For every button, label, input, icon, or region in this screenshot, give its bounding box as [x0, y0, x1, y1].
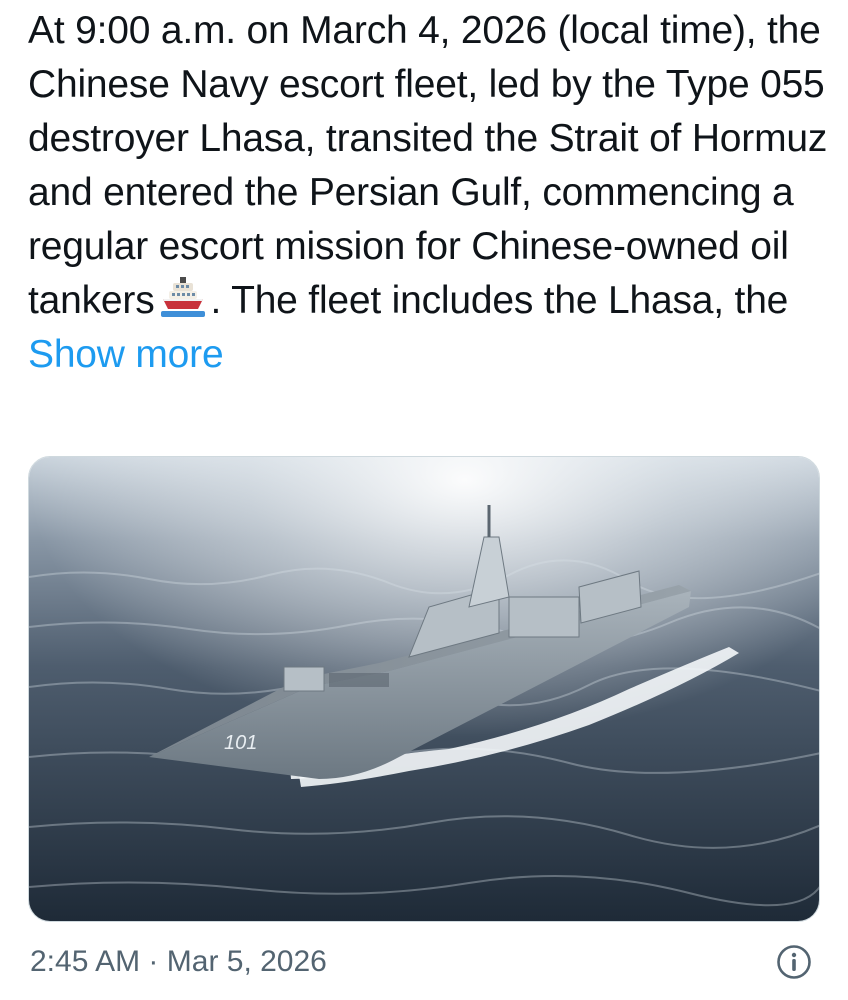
post-text-continued: . The fleet includes the Lhasa, the — [210, 279, 789, 322]
ship-icon — [160, 277, 205, 317]
info-icon[interactable] — [776, 944, 812, 980]
post-image[interactable]: 101 — [28, 456, 820, 922]
post-text-main: At 9:00 a.m. on March 4, 2026 (local tim… — [28, 9, 828, 322]
post-text: At 9:00 a.m. on March 4, 2026 (local tim… — [28, 4, 828, 382]
meta-separator: · — [148, 945, 159, 978]
show-more-link[interactable]: Show more — [28, 333, 224, 376]
post-date[interactable]: Mar 5, 2026 — [167, 945, 327, 978]
tweet-post: At 9:00 a.m. on March 4, 2026 (local tim… — [0, 0, 848, 1000]
post-meta: 2:45 AM · Mar 5, 2026 — [30, 940, 327, 984]
post-time[interactable]: 2:45 AM — [30, 945, 140, 978]
hull-number: 101 — [224, 732, 257, 754]
destroyer-photo: 101 — [29, 457, 819, 921]
